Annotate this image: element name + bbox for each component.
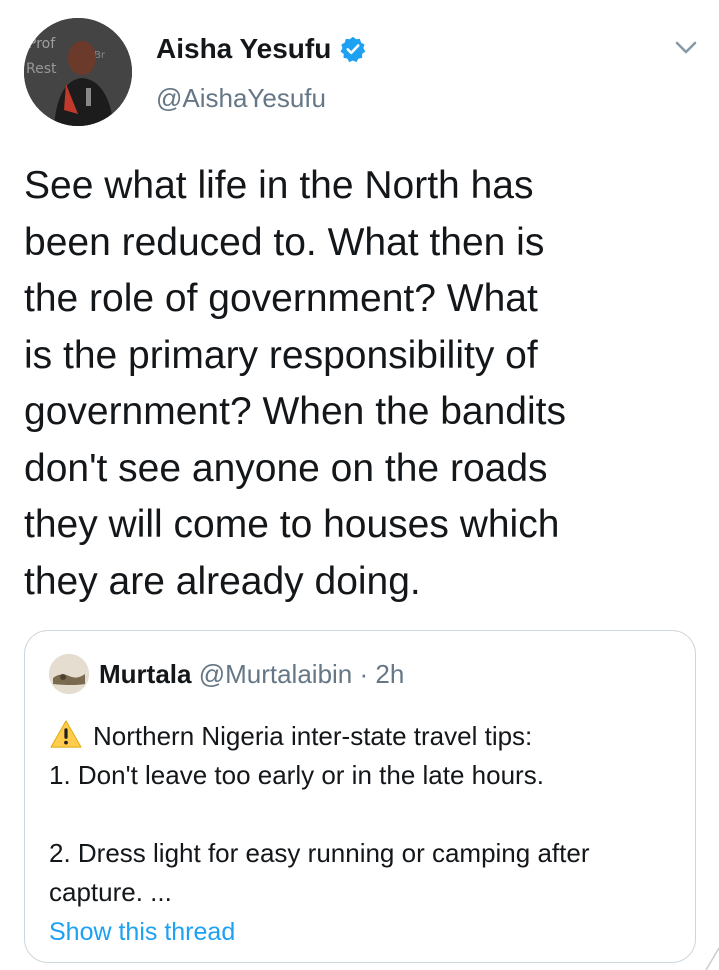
author-handle[interactable]: @AishaYesufu — [156, 80, 326, 116]
quoted-display-name[interactable]: Murtala — [99, 659, 191, 689]
warning-icon — [50, 720, 82, 748]
quoted-text-line: 1. Don't leave too early or in the late … — [49, 760, 544, 790]
quoted-text-segment: Northern Nigeria inter-state travel tips… — [93, 721, 533, 751]
quoted-text-line: capture. ... — [49, 877, 172, 907]
author-avatar[interactable]: Prof Rest Br — [24, 18, 132, 126]
tweet-text-line: been reduced to. What then is — [24, 220, 545, 264]
profile-photo-icon: Prof Rest Br — [24, 18, 132, 126]
tweet-text-line: don't see anyone on the roads — [24, 446, 548, 490]
quoted-handle[interactable]: @Murtalaibin — [199, 659, 353, 689]
corner-fragment-icon — [705, 948, 719, 970]
show-thread-link[interactable]: Show this thread — [49, 914, 235, 950]
tweet-card: Prof Rest Br Aisha Yesufu @AishaYesufu S… — [0, 0, 719, 970]
chevron-down-icon[interactable] — [670, 32, 702, 64]
quoted-text-line: 2. Dress light for easy running or campi… — [49, 838, 590, 868]
quoted-text: Northern Nigeria inter-state travel tips… — [49, 717, 679, 912]
verified-badge-icon — [340, 36, 366, 63]
tweet-text-line: they will come to houses which — [24, 503, 560, 546]
author-display-name[interactable]: Aisha Yesufu — [156, 30, 331, 68]
timestamp-separator: · — [359, 659, 369, 689]
svg-text:Prof: Prof — [28, 36, 56, 52]
profile-photo-icon — [49, 654, 89, 694]
tweet-text: See what life in the North has been redu… — [24, 158, 684, 610]
svg-text:Rest: Rest — [26, 61, 57, 77]
author-name-row: Aisha Yesufu — [156, 30, 367, 68]
quoted-text-line: Northern Nigeria inter-state travel tips… — [49, 717, 679, 756]
tweet-text-line: they are already doing. — [24, 559, 421, 603]
tweet-text-line: government? When the bandits — [24, 390, 567, 433]
tweet-text-line: is the primary responsibility of — [24, 333, 538, 377]
quoted-timestamp[interactable]: 2h — [375, 659, 404, 689]
quoted-tweet[interactable]: Murtala @Murtalaibin · 2h Northern Niger… — [24, 630, 696, 963]
quoted-header: Murtala @Murtalaibin · 2h — [99, 656, 404, 692]
quoted-author-avatar[interactable] — [49, 654, 89, 694]
tweet-text-line: See what life in the North has — [24, 164, 534, 207]
tweet-text-line: the role of government? What — [24, 277, 538, 320]
